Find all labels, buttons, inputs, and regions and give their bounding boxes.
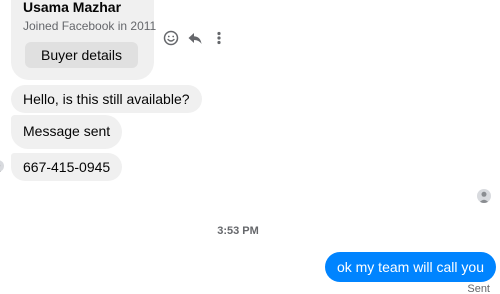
- chat-thread: Usama Mazhar Joined Facebook in 2011 Buy…: [0, 0, 500, 294]
- more-options-icon[interactable]: [210, 29, 228, 47]
- message-actions: [162, 28, 228, 48]
- message-timestamp: 3:53 PM: [217, 225, 259, 237]
- buyer-name[interactable]: Usama Mazhar: [23, 0, 121, 16]
- sender-avatar[interactable]: [0, 160, 4, 172]
- buyer-joined-date: Joined Facebook in 2011: [23, 19, 157, 33]
- incoming-message[interactable]: Hello, is this still available?: [11, 85, 202, 113]
- sent-status: Sent: [467, 283, 490, 294]
- emoji-icon[interactable]: [162, 29, 180, 47]
- outgoing-message[interactable]: ok my team will call you: [324, 252, 496, 282]
- read-receipt-avatar: [477, 189, 491, 203]
- incoming-message[interactable]: Message sent: [11, 115, 123, 149]
- reply-icon[interactable]: [186, 29, 204, 47]
- incoming-message[interactable]: 667-415-0945: [11, 153, 123, 181]
- buyer-details-button[interactable]: Buyer details: [25, 42, 138, 68]
- buyer-card: Usama Mazhar Joined Facebook in 2011 Buy…: [11, 0, 157, 80]
